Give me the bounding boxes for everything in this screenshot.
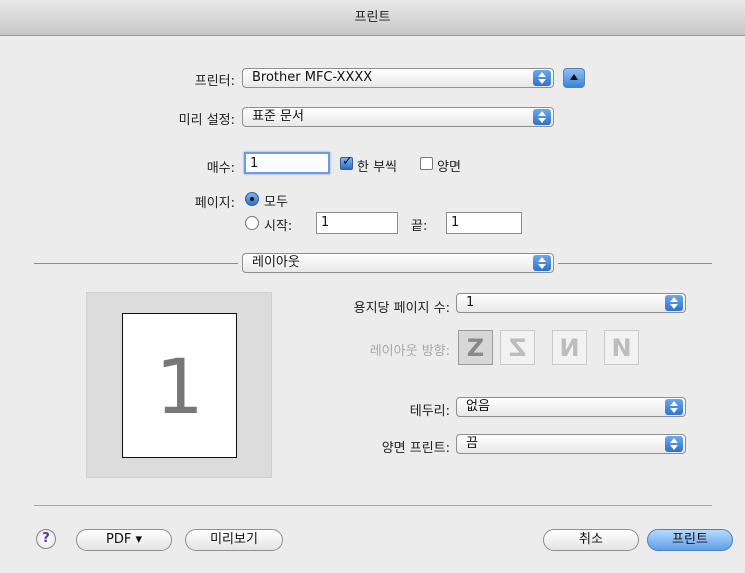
pages-to-label: 끝: [411, 219, 428, 234]
divider [34, 263, 238, 264]
popup-arrows-icon [533, 255, 551, 271]
popup-arrows-icon [533, 109, 551, 125]
layout-direction-label: 레이아웃 방향: [369, 344, 450, 359]
presets-popup[interactable]: 표준 문서 [242, 107, 554, 127]
pages-from-input[interactable]: 1 [316, 212, 398, 234]
duplex-label: 양면 [437, 160, 461, 175]
layout-direction-z-button[interactable]: Z [458, 330, 493, 365]
divider [34, 505, 712, 506]
pages-range-radio[interactable] [245, 216, 259, 230]
border-label: 테두리: [409, 404, 450, 419]
pages-per-sheet-popup[interactable]: 1 [456, 293, 686, 313]
help-button[interactable]: ? [36, 529, 56, 549]
section-value: 레이아웃 [252, 255, 300, 270]
pdf-menu-button[interactable]: PDF ▾ [76, 529, 172, 551]
presets-value: 표준 문서 [252, 109, 304, 124]
two-sided-popup[interactable]: 끔 [456, 434, 686, 454]
cancel-button[interactable]: 취소 [543, 529, 639, 551]
popup-arrows-icon [665, 436, 683, 452]
collated-label: 한 부씩 [357, 160, 398, 175]
popup-arrows-icon [665, 295, 683, 311]
n-layout-icon: N [611, 334, 632, 362]
pages-label: 페이지: [194, 196, 235, 211]
pages-from-label: 시작: [264, 219, 293, 234]
two-sided-label: 양면 프린트: [381, 441, 450, 456]
z-layout-icon: Z [466, 334, 485, 362]
preview-button[interactable]: 미리보기 [185, 529, 283, 551]
window-title: 프린트 [0, 0, 745, 36]
layout-direction-n-reverse-button[interactable]: И [552, 330, 587, 365]
printer-label: 프린터: [194, 74, 235, 89]
printer-popup[interactable]: Brother MFC-XXXX [242, 68, 554, 88]
printer-value: Brother MFC-XXXX [252, 70, 373, 85]
duplex-checkbox[interactable] [420, 157, 433, 170]
copies-input[interactable]: 1 [244, 152, 330, 174]
border-value: 없음 [466, 399, 490, 414]
copies-label: 매수: [206, 161, 235, 176]
layout-direction-n-button[interactable]: N [604, 330, 639, 365]
print-button[interactable]: 프린트 [647, 529, 733, 551]
preview-page-number: 1 [155, 342, 204, 431]
s-layout-icon: Z [508, 334, 527, 362]
layout-direction-s-button[interactable]: Z [500, 330, 535, 365]
pages-to-input[interactable]: 1 [446, 212, 522, 234]
divider [558, 263, 712, 264]
n-reverse-layout-icon: И [559, 334, 580, 362]
presets-label: 미리 설정: [178, 113, 235, 128]
triangle-up-icon [570, 74, 578, 80]
print-dialog: 프린트 프린터: Brother MFC-XXXX 미리 설정: 표준 문서 매… [0, 0, 745, 573]
preview-sheet: 1 [122, 313, 237, 458]
pages-all-label: 모두 [264, 195, 288, 210]
two-sided-value: 끔 [466, 436, 478, 451]
pages-all-radio[interactable] [245, 192, 259, 206]
popup-arrows-icon [665, 399, 683, 415]
pages-per-sheet-value: 1 [466, 295, 475, 310]
section-popup[interactable]: 레이아웃 [242, 253, 554, 273]
page-preview: 1 [86, 292, 272, 478]
collated-checkbox[interactable] [340, 154, 353, 170]
pages-per-sheet-label: 용지당 페이지 수: [353, 301, 450, 316]
border-popup[interactable]: 없음 [456, 397, 686, 417]
popup-arrows-icon [533, 70, 551, 86]
collapse-details-button[interactable] [563, 68, 585, 88]
